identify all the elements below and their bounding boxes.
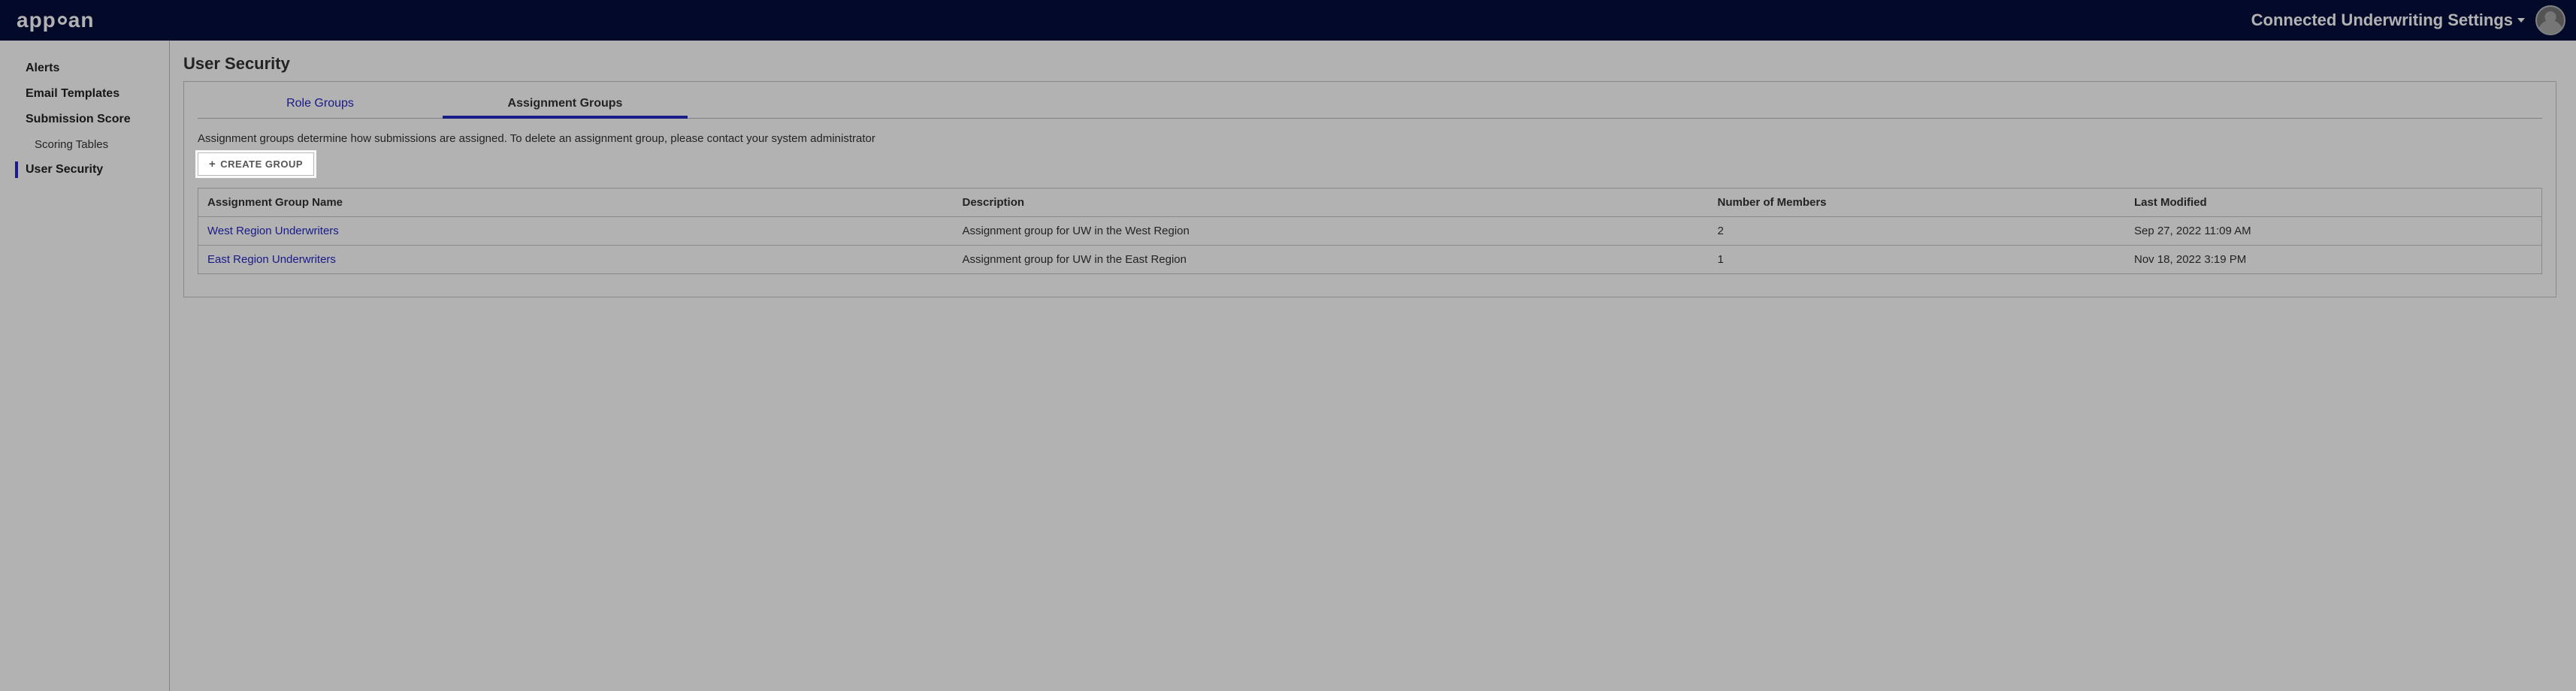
sidebar-item-label: Scoring Tables (35, 138, 108, 151)
page-title: User Security (183, 54, 2556, 74)
logo-text-a: app (17, 8, 56, 32)
sidebar-item-submission-score[interactable]: Submission Score (0, 107, 168, 132)
tab-label: Assignment Groups (508, 97, 623, 110)
app-header: appan Connected Underwriting Settings (0, 0, 2576, 41)
sidebar-item-label: Alerts (26, 62, 59, 74)
table-row: East Region Underwriters Assignment grou… (198, 246, 2542, 274)
site-dropdown[interactable]: Connected Underwriting Settings (2251, 11, 2525, 30)
site-dropdown-label: Connected Underwriting Settings (2251, 11, 2513, 30)
tab-role-groups[interactable]: Role Groups (198, 89, 443, 118)
table-row: West Region Underwriters Assignment grou… (198, 217, 2542, 246)
sidebar: Alerts Email Templates Submission Score … (0, 41, 169, 691)
group-modified: Nov 18, 2022 3:19 PM (2125, 246, 2542, 274)
sidebar-item-email-templates[interactable]: Email Templates (0, 81, 168, 107)
tab-assignment-groups[interactable]: Assignment Groups (443, 89, 688, 118)
sidebar-item-alerts[interactable]: Alerts (0, 56, 168, 81)
tabs: Role Groups Assignment Groups (198, 89, 2542, 119)
main-layout: Alerts Email Templates Submission Score … (0, 41, 2576, 691)
sidebar-item-label: Email Templates (26, 87, 119, 100)
table-header: Description (954, 189, 1709, 217)
header-right: Connected Underwriting Settings (2251, 5, 2565, 35)
table-header-row: Assignment Group Name Description Number… (198, 189, 2542, 217)
card: Role Groups Assignment Groups Assignment… (183, 81, 2556, 297)
group-members: 1 (1709, 246, 2125, 274)
assignment-groups-table: Assignment Group Name Description Number… (198, 188, 2542, 274)
avatar[interactable] (2535, 5, 2565, 35)
logo[interactable]: appan (17, 8, 94, 32)
group-desc: Assignment group for UW in the West Regi… (954, 217, 1709, 246)
group-members: 2 (1709, 217, 2125, 246)
sidebar-item-label: User Security (26, 163, 103, 176)
table-header: Number of Members (1709, 189, 2125, 217)
sidebar-item-scoring-tables[interactable]: Scoring Tables (0, 132, 168, 157)
tab-description: Assignment groups determine how submissi… (198, 132, 2542, 145)
content-area: User Security Role Groups Assignment Gro… (169, 41, 2576, 691)
sidebar-item-label: Submission Score (26, 113, 131, 125)
table-header: Assignment Group Name (198, 189, 954, 217)
logo-ring-icon (58, 16, 67, 25)
sidebar-item-user-security[interactable]: User Security (0, 157, 168, 183)
group-modified: Sep 27, 2022 11:09 AM (2125, 217, 2542, 246)
chevron-down-icon (2517, 18, 2525, 23)
group-desc: Assignment group for UW in the East Regi… (954, 246, 1709, 274)
create-group-button[interactable]: + CREATE GROUP (198, 152, 314, 176)
logo-text-b: an (68, 8, 95, 32)
group-link[interactable]: West Region Underwriters (207, 225, 339, 237)
group-link[interactable]: East Region Underwriters (207, 253, 336, 266)
tab-label: Role Groups (286, 97, 354, 110)
plus-icon: + (209, 158, 216, 170)
table-header: Last Modified (2125, 189, 2542, 217)
create-group-label: CREATE GROUP (220, 158, 303, 170)
